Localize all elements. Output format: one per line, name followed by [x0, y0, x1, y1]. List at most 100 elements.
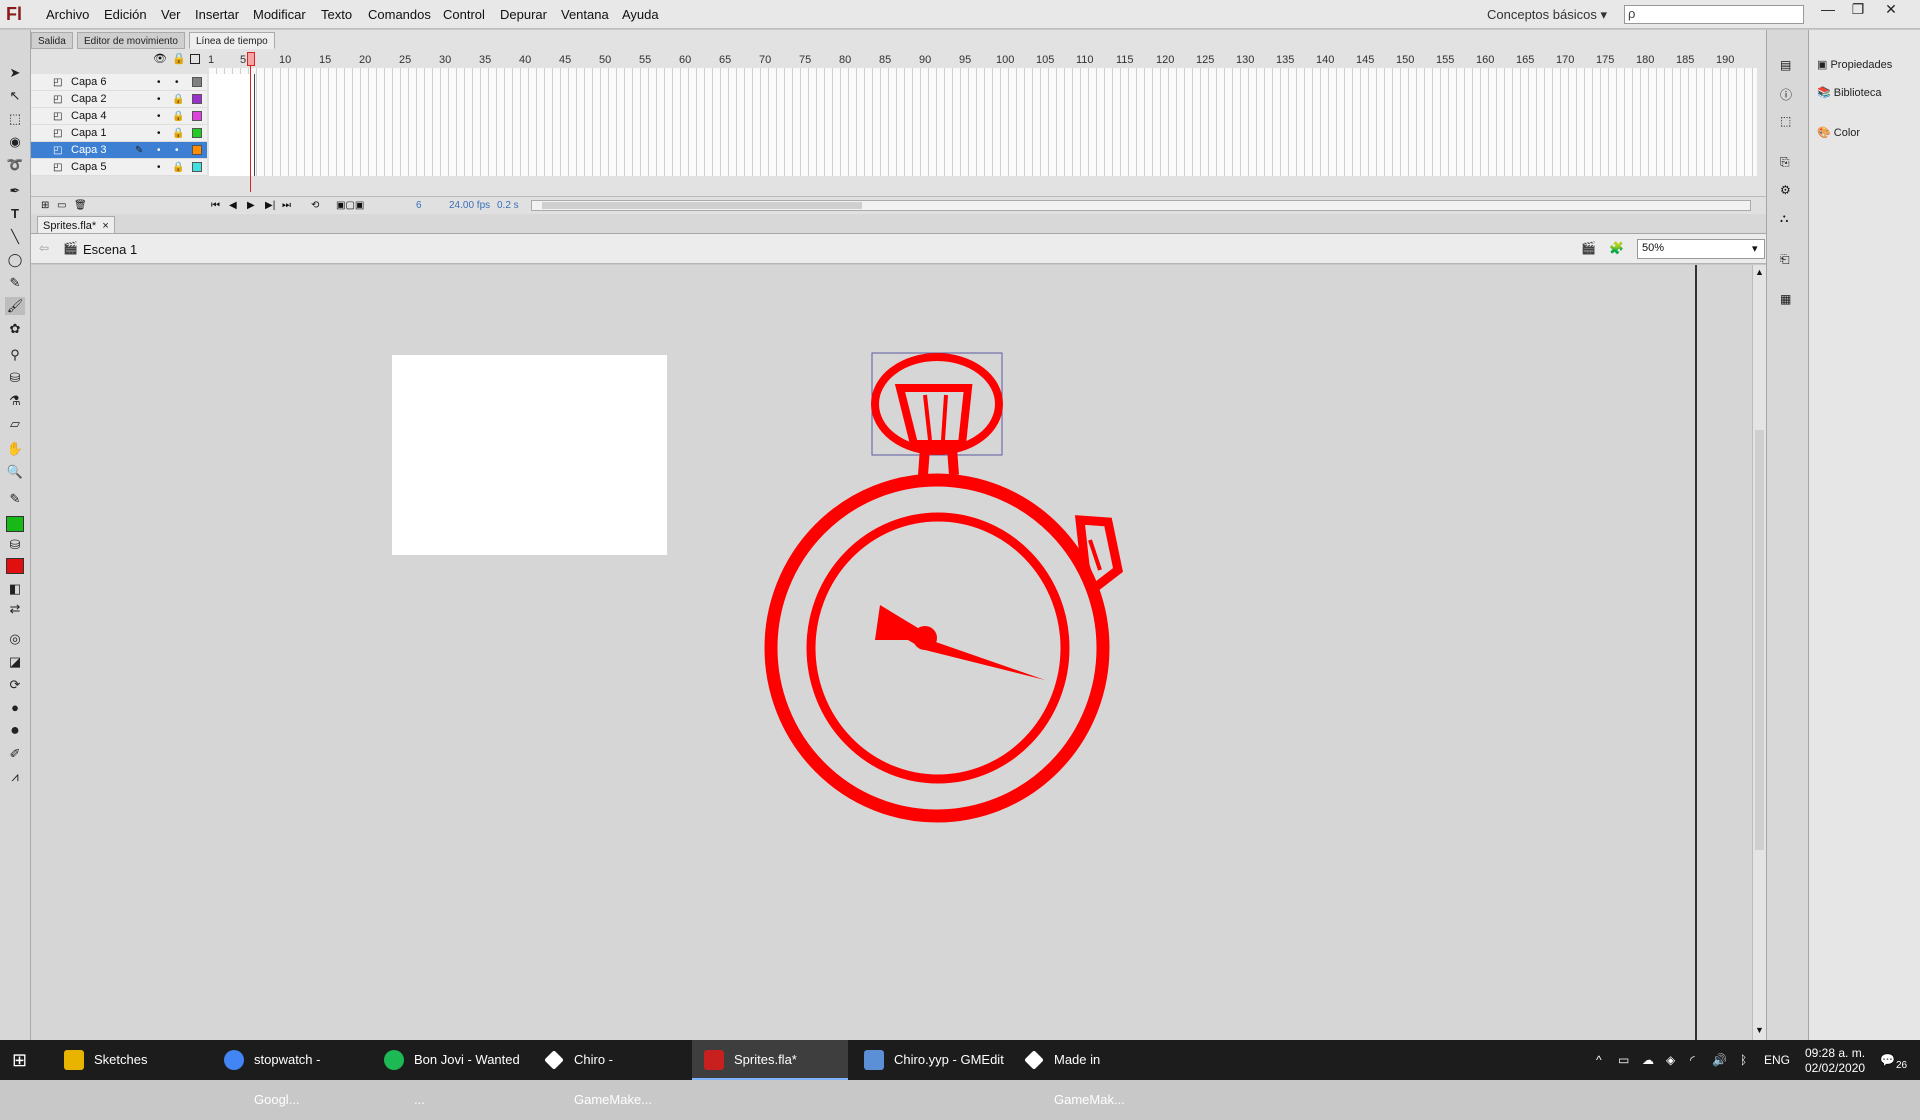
taskbar-item[interactable]: stopwatch - Googl...	[212, 1040, 368, 1107]
swap-colors-icon[interactable]: ⇄	[5, 600, 25, 618]
menu-edicion[interactable]: Edición	[104, 7, 147, 22]
notifications-icon[interactable]: 💬	[1880, 1040, 1895, 1080]
eraser-tool-icon[interactable]: ▱	[5, 415, 25, 433]
edit-symbol-icon[interactable]: 🧩	[1609, 241, 1624, 255]
taskbar-item[interactable]: Made in GameMak...	[1012, 1040, 1172, 1107]
scroll-down-icon[interactable]: ▼	[1755, 1025, 1764, 1035]
minimize-button[interactable]: —	[1813, 0, 1843, 20]
brush-shape-icon[interactable]: ●	[5, 722, 25, 740]
visibility-dot[interactable]: •	[157, 159, 161, 176]
new-folder-icon[interactable]: ▭	[57, 197, 66, 214]
zoom-select[interactable]: 50% ▾	[1637, 239, 1765, 259]
3d-rotation-icon[interactable]: ◉	[5, 133, 25, 151]
visibility-dot[interactable]: •	[157, 142, 161, 159]
cloud-icon[interactable]: ☁	[1642, 1040, 1654, 1080]
lock-icon[interactable]: 🔒	[172, 159, 184, 176]
stage-canvas[interactable]	[392, 355, 667, 555]
layer-color-swatch[interactable]	[192, 162, 202, 172]
lasso-tool-icon[interactable]: ➰	[5, 156, 25, 174]
edit-scene-icon[interactable]: 🎬	[1581, 241, 1596, 255]
lock-dot[interactable]: •	[175, 142, 179, 159]
menu-archivo[interactable]: Archivo	[46, 7, 89, 22]
windows-start-icon[interactable]: ⊞	[12, 1050, 27, 1071]
pen-tool-icon[interactable]: ✒	[5, 182, 25, 200]
menu-comandos[interactable]: Comandos	[368, 7, 431, 22]
tab-salida[interactable]: Salida	[31, 32, 73, 49]
menu-ventana[interactable]: Ventana	[561, 7, 609, 22]
lock-icon[interactable]: 🔒	[172, 125, 184, 142]
clock-date[interactable]: 02/02/2020	[1805, 1048, 1865, 1088]
document-tab[interactable]: Sprites.fla* ×	[37, 216, 115, 234]
lock-fill-icon[interactable]: ⟳	[5, 676, 25, 694]
taskbar-item-active[interactable]: Sprites.fla*	[692, 1040, 848, 1080]
menu-insertar[interactable]: Insertar	[195, 7, 239, 22]
layer-row[interactable]: ◰ Capa 5 • 🔒	[31, 159, 207, 176]
playhead[interactable]	[247, 52, 255, 192]
stage-vscroll-thumb[interactable]	[1755, 430, 1764, 850]
playhead-marker[interactable]	[247, 52, 255, 66]
layer-row[interactable]: ◰ Capa 4 • 🔒	[31, 108, 207, 125]
fill-color-swatch[interactable]	[6, 558, 24, 574]
loop-icon[interactable]: ⟲	[311, 197, 319, 214]
help-search-input[interactable]: ρ	[1624, 5, 1804, 24]
brush-size-icon[interactable]: ●	[5, 699, 25, 717]
menu-control[interactable]: Control	[443, 7, 485, 22]
scroll-up-icon[interactable]: ▲	[1755, 267, 1764, 277]
play-icon[interactable]: ▶	[247, 197, 255, 214]
layer-row[interactable]: ◰ Capa 2 • 🔒	[31, 91, 207, 108]
lock-dot[interactable]: •	[175, 74, 179, 91]
menu-depurar[interactable]: Depurar	[500, 7, 547, 22]
color-item[interactable]: 🎨 Color	[1817, 126, 1860, 139]
layer-color-swatch[interactable]	[192, 94, 202, 104]
library-item[interactable]: 📚 Biblioteca	[1817, 86, 1881, 99]
layer-color-swatch[interactable]	[192, 77, 202, 87]
hand-tool-icon[interactable]: ✋	[5, 440, 25, 458]
outline-icon[interactable]	[190, 54, 200, 64]
language-indicator[interactable]: ENG	[1764, 1040, 1790, 1080]
stopwatch-drawing[interactable]	[740, 340, 1160, 830]
stage-vscroll[interactable]: ▲ ▼	[1752, 265, 1766, 1040]
free-transform-icon[interactable]: ⬚	[5, 110, 25, 128]
current-frame-value[interactable]: 6	[416, 197, 422, 214]
transform-icon[interactable]: ⬚	[1780, 114, 1791, 128]
components-icon[interactable]: ⚙	[1780, 183, 1791, 197]
taskbar-item[interactable]: Chiro - GameMake...	[532, 1040, 688, 1107]
pressure-icon[interactable]: ✐	[5, 745, 25, 763]
selection-tool-icon[interactable]: ➤	[5, 64, 25, 82]
menu-modificar[interactable]: Modificar	[253, 7, 306, 22]
stroke-color-swatch[interactable]	[6, 516, 24, 532]
motion-presets-icon[interactable]: ⛬	[1780, 211, 1788, 226]
brush-mode-icon[interactable]: ◪	[5, 653, 25, 671]
history-icon[interactable]: ⎗	[1780, 252, 1790, 267]
eyedropper-icon[interactable]: ⚗	[5, 392, 25, 410]
properties-item[interactable]: ▣ Propiedades	[1817, 58, 1892, 71]
layer-color-swatch[interactable]	[192, 111, 202, 121]
object-drawing-icon[interactable]: ◎	[5, 630, 25, 648]
bluetooth-icon[interactable]: ᛒ	[1740, 1040, 1747, 1080]
taskbar-item[interactable]: Chiro.yyp - GMEdit	[852, 1040, 1008, 1080]
first-frame-icon[interactable]: ⏮	[211, 197, 220, 214]
close-window-button[interactable]: ✕	[1876, 0, 1906, 20]
workspace-switcher[interactable]: Conceptos básicos ▾	[1487, 7, 1607, 23]
tab-linea-de-tiempo[interactable]: Línea de tiempo	[189, 32, 275, 49]
wifi-icon[interactable]: ◜	[1690, 1040, 1695, 1080]
last-frame-icon[interactable]: ⏭	[282, 197, 291, 214]
timeline-hscroll[interactable]	[531, 200, 1751, 211]
visibility-dot[interactable]: •	[157, 74, 161, 91]
restore-button[interactable]: ❐	[1843, 0, 1873, 20]
battery-icon[interactable]: ▭	[1618, 1040, 1629, 1080]
prev-frame-icon[interactable]: ◀	[229, 197, 237, 214]
fps-value[interactable]: 24.00 fps	[449, 197, 490, 214]
delete-layer-icon[interactable]: 🗑	[74, 197, 87, 214]
visibility-dot[interactable]: •	[157, 108, 161, 125]
menu-texto[interactable]: Texto	[321, 7, 352, 22]
subselection-tool-icon[interactable]: ↖	[5, 87, 25, 105]
layer-color-swatch[interactable]	[192, 128, 202, 138]
text-tool-icon[interactable]: T	[5, 205, 25, 223]
layer-row[interactable]: ◰ Capa 1 • 🔒	[31, 125, 207, 142]
timeline-hscroll-thumb[interactable]	[542, 202, 862, 209]
taskbar-item[interactable]: Sketches	[52, 1040, 208, 1080]
lock-icon[interactable]: 🔒	[172, 52, 186, 65]
eye-icon[interactable]: 👁	[153, 52, 167, 65]
onion-skin-icon[interactable]: ▣▢▣	[336, 197, 364, 214]
